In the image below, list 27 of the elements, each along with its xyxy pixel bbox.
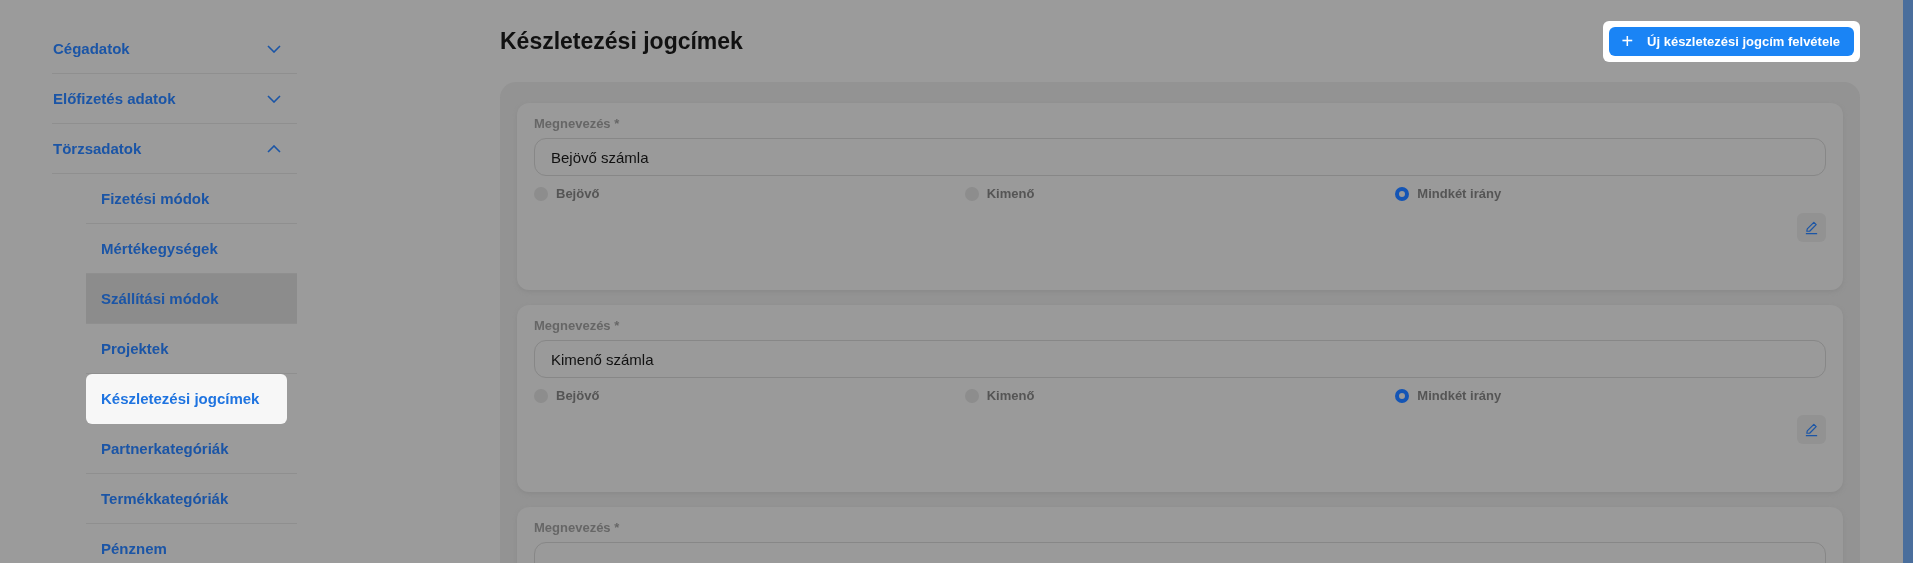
page-title: Készletezési jogcímek [500,27,743,55]
sidebar-item[interactable]: Törzsadatok [52,124,297,174]
sidebar-subitem[interactable]: Fizetési módok [86,174,297,224]
add-button[interactable]: + Új készletezési jogcím felvétele [1609,26,1854,56]
sidebar-subitem[interactable]: Pénznem [86,524,297,563]
radio-label: Mindkét irány [1417,186,1502,201]
radio-label: Kimenő [986,186,1035,201]
scrollbar[interactable] [1903,0,1913,563]
sidebar-item[interactable]: Előfizetés adatok [52,74,297,124]
radio-label: Bejövő [556,388,600,403]
sidebar-subitem[interactable]: Partnerkategóriák [86,424,297,474]
radio-label: Bejövő [556,186,600,201]
pencil-icon [1804,220,1819,235]
radio-label: Mindkét irány [1417,388,1502,403]
radio-button[interactable] [1395,186,1410,201]
sidebar-subitem[interactable]: Készletezési jogcímek [86,374,287,424]
name-field[interactable]: Kimenő számla [534,340,1826,378]
pencil-icon [1804,422,1819,437]
plus-icon: + [1621,31,1634,51]
edit-button[interactable] [1797,213,1826,242]
sidebar-subitem[interactable]: Termékkategóriák [86,474,297,524]
sidebar-subitem[interactable]: Szállítási módok [86,274,297,324]
edit-button[interactable] [1797,415,1826,444]
name-field[interactable]: Bejövő számla [534,138,1826,176]
sidebar-item[interactable]: Cégadatok [52,24,297,74]
radio-button[interactable] [1395,388,1410,403]
radio-label: Kimenő [986,388,1035,403]
